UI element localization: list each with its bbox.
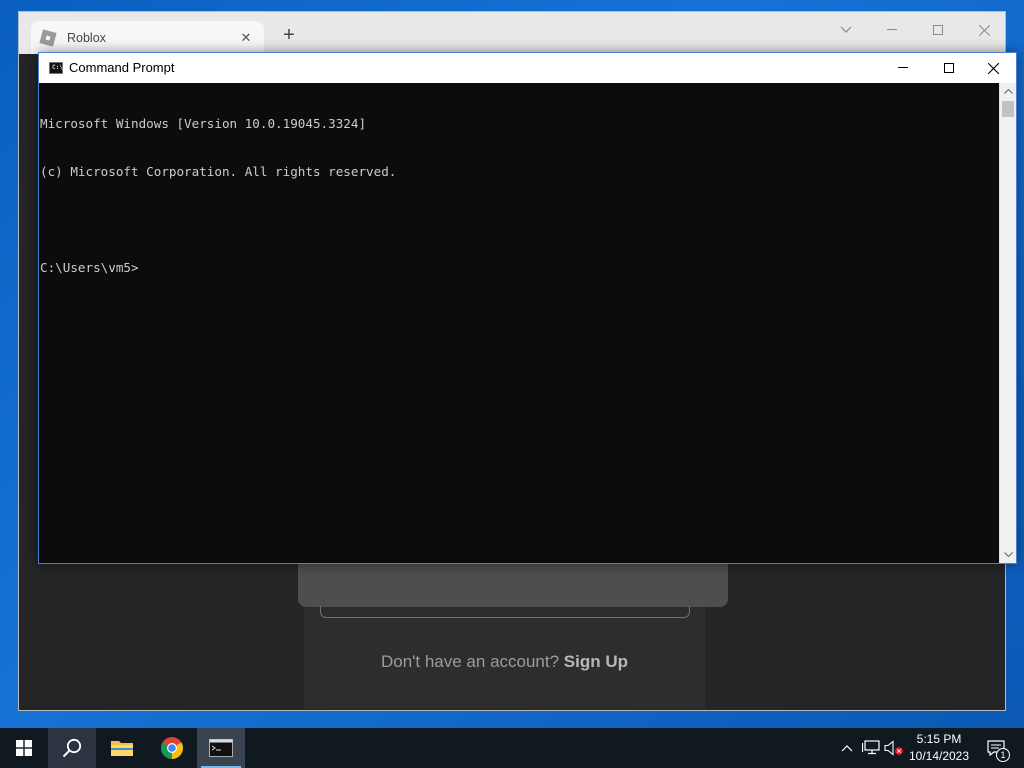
login-input-edge [320, 606, 690, 618]
cmd-icon: C:\ [49, 62, 63, 74]
browser-titlebar: Roblox ✕ + [19, 12, 1005, 54]
network-icon [862, 740, 880, 755]
browser-minimize-button[interactable] [869, 16, 915, 44]
show-hidden-icons-button[interactable] [837, 738, 857, 758]
network-button[interactable] [861, 738, 881, 758]
search-icon [62, 738, 82, 758]
command-prompt-taskbar-button[interactable] [197, 728, 245, 768]
chevron-up-icon [841, 744, 853, 751]
tab-title: Roblox [67, 30, 106, 45]
cmd-maximize-button[interactable] [926, 53, 972, 83]
chevron-down-icon [840, 26, 852, 33]
signup-link[interactable]: Sign Up [564, 652, 628, 671]
scroll-thumb[interactable] [1002, 101, 1014, 117]
volume-muted-icon [884, 740, 903, 756]
console-prompt: C:\Users\vm5> [40, 260, 139, 275]
chevron-down-icon [1004, 552, 1013, 557]
maximize-icon [944, 63, 954, 73]
close-icon [987, 62, 999, 74]
chevron-up-icon [1004, 89, 1013, 94]
scroll-up-button[interactable] [1000, 83, 1017, 100]
maximize-icon [933, 25, 943, 35]
windows-icon [16, 740, 32, 756]
taskbar: 5:15 PM 10/14/2023 1 [0, 728, 1024, 768]
scroll-down-button[interactable] [1000, 546, 1017, 563]
cmd-minimize-button[interactable] [880, 53, 926, 83]
action-center-button[interactable]: 1 [978, 728, 1014, 768]
signup-row: Don't have an account? Sign Up [304, 652, 705, 672]
notification-count-badge: 1 [996, 748, 1010, 762]
minimize-icon [887, 29, 897, 30]
search-button[interactable] [48, 728, 96, 768]
clock-time: 5:15 PM [916, 732, 962, 746]
tab-close-button[interactable]: ✕ [238, 30, 254, 46]
cmd-scrollbar[interactable] [999, 83, 1016, 563]
browser-tab-roblox[interactable]: Roblox ✕ [31, 21, 264, 54]
close-icon [978, 24, 990, 36]
file-explorer-button[interactable] [98, 728, 146, 768]
browser-maximize-button[interactable] [915, 16, 961, 44]
console-line: Microsoft Windows [Version 10.0.19045.33… [40, 116, 367, 131]
start-button[interactable] [0, 728, 48, 768]
volume-button[interactable] [884, 738, 904, 758]
clock-date: 10/14/2023 [908, 749, 970, 763]
folder-icon [111, 741, 133, 756]
chrome-button[interactable] [148, 728, 196, 768]
login-button[interactable] [298, 563, 728, 607]
cmd-close-button[interactable] [970, 53, 1016, 83]
terminal-icon [209, 739, 233, 757]
console-line: (c) Microsoft Corporation. All rights re… [40, 164, 397, 179]
command-prompt-window: C:\ Command Prompt Microsoft Windows [Ve… [38, 52, 1017, 564]
roblox-icon [39, 28, 57, 47]
tab-search-button[interactable] [823, 16, 869, 44]
chrome-icon [161, 737, 183, 759]
cmd-console[interactable]: Microsoft Windows [Version 10.0.19045.33… [39, 83, 1000, 563]
browser-close-button[interactable] [961, 16, 1007, 44]
new-tab-button[interactable]: + [277, 24, 301, 48]
cmd-titlebar[interactable]: C:\ Command Prompt [39, 53, 1016, 83]
signup-prompt: Don't have an account? [380, 652, 560, 671]
minimize-icon [898, 67, 908, 68]
cmd-title: Command Prompt [69, 60, 175, 75]
clock[interactable]: 5:15 PM 10/14/2023 [902, 731, 976, 765]
